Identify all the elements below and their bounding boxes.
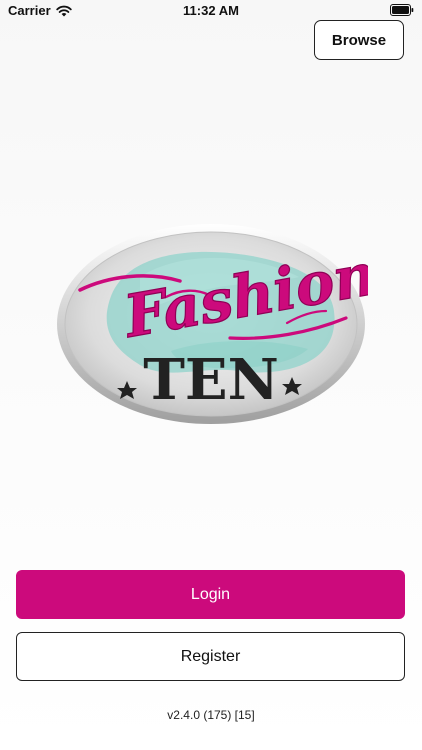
browse-label: Browse (331, 31, 387, 49)
logo-ten-text: TEN (143, 347, 279, 413)
status-bar: Carrier 11:32 AM (0, 0, 422, 22)
status-time: 11:32 AM (183, 3, 239, 18)
register-button[interactable]: Register (16, 632, 405, 681)
login-button[interactable]: Login (16, 570, 405, 619)
logo-ten-wordmark: TEN (143, 347, 279, 413)
version-text: v2.4.0 (175) [15] (167, 708, 255, 722)
login-label: Login (190, 585, 231, 603)
battery-icon (390, 4, 414, 16)
browse-button[interactable]: Browse (314, 20, 404, 60)
register-label: Register (180, 647, 241, 665)
fashion-ten-logo: Fashion TEN (54, 221, 381, 427)
